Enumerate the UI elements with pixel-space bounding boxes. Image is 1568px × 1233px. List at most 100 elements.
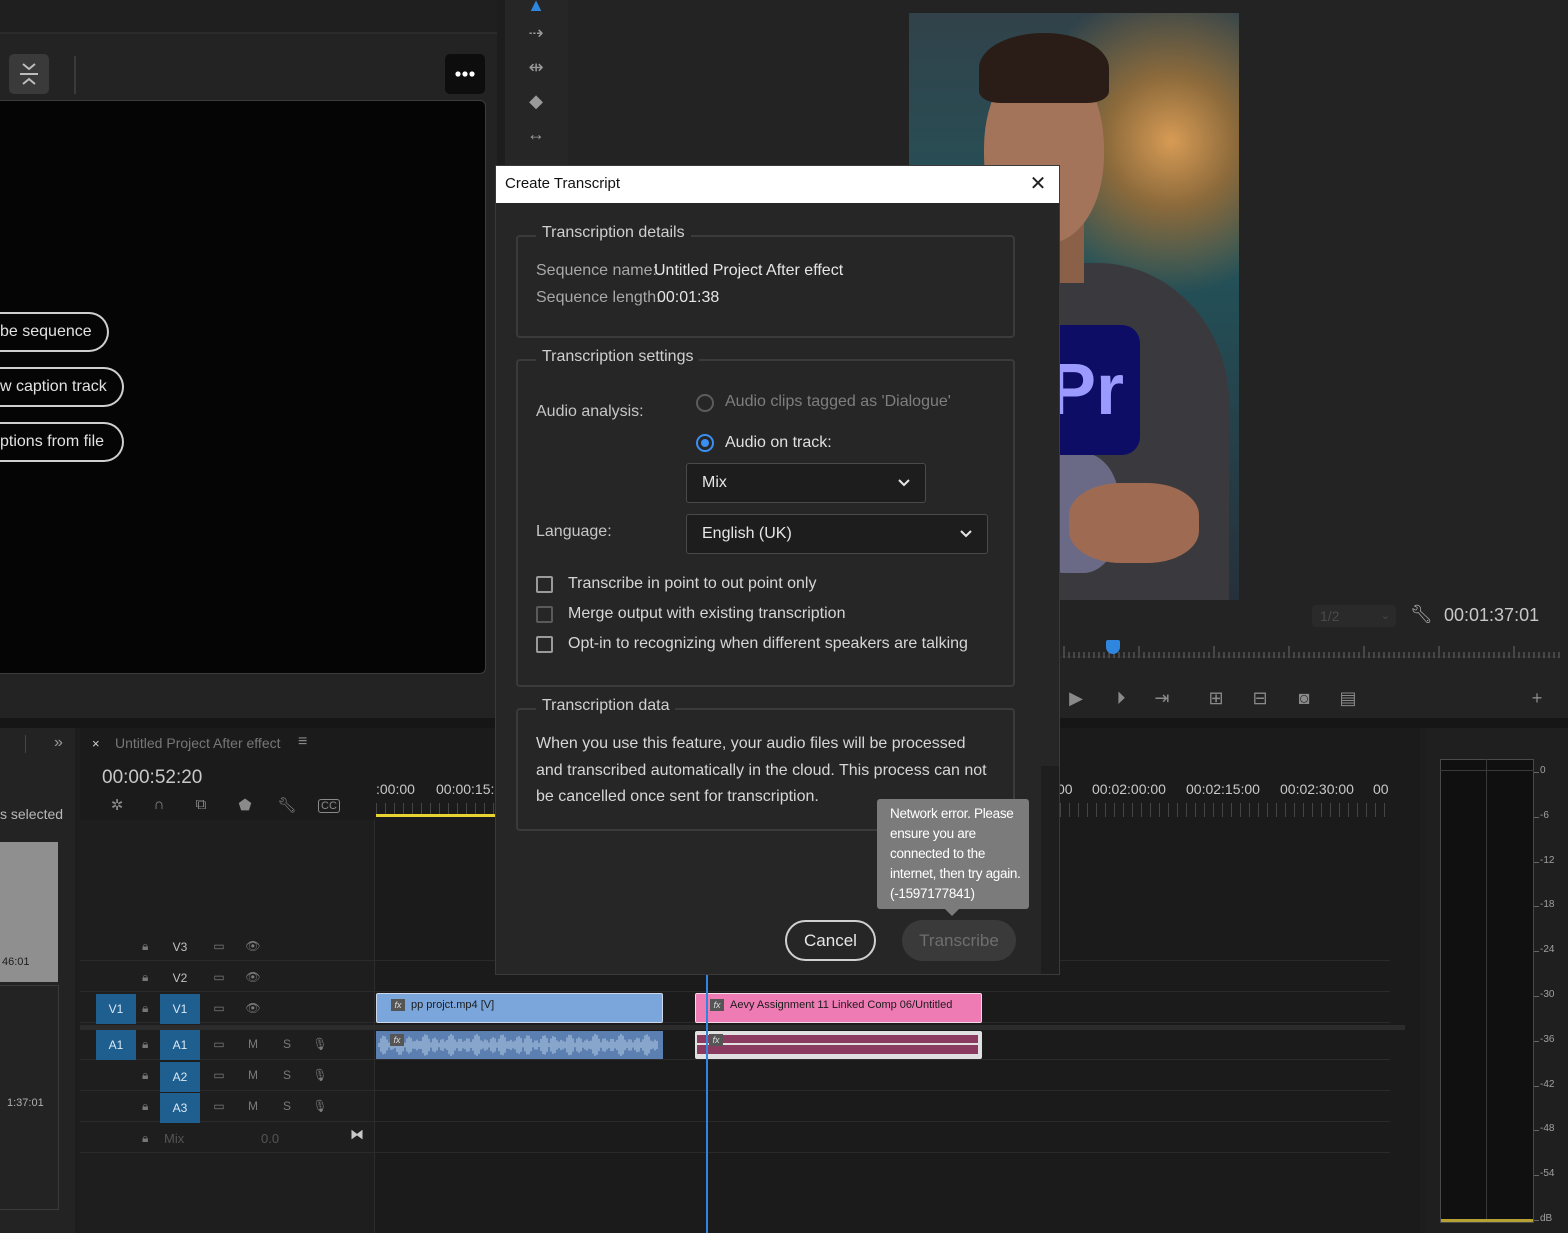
audio-on-track-radio[interactable]: [696, 434, 714, 452]
sync-lock-icon[interactable]: ▭: [210, 970, 228, 986]
transcribe-sequence-button[interactable]: be sequence: [0, 312, 109, 352]
razor-tool-icon[interactable]: ◆: [518, 88, 554, 114]
transcription-details-group: [516, 235, 1015, 338]
lock-icon[interactable]: 🔒︎: [142, 1068, 156, 1082]
track-target-a3[interactable]: A3: [160, 1093, 200, 1123]
microphone-icon[interactable]: 🎙︎: [311, 1068, 329, 1084]
solo-button[interactable]: S: [278, 1037, 296, 1053]
nest-icon[interactable]: ✲: [106, 796, 128, 816]
add-marker-icon[interactable]: ⬟: [234, 796, 256, 816]
close-icon[interactable]: ✕: [1026, 172, 1050, 196]
language-value: English (UK): [702, 525, 792, 542]
track-target-a2[interactable]: A2: [160, 1062, 200, 1092]
close-tab-icon[interactable]: ×: [92, 736, 100, 751]
mute-button[interactable]: M: [244, 1068, 262, 1084]
sequence-tab[interactable]: Untitled Project After effect: [115, 735, 281, 751]
sequence-name-label: Sequence name:: [536, 262, 657, 279]
more-options-button[interactable]: [445, 54, 485, 94]
ruler-label: 00:02:00:00: [1092, 781, 1166, 797]
fx-badge: fx: [390, 1034, 404, 1046]
step-forward-icon[interactable]: ⏵: [1108, 686, 1134, 710]
cancel-button[interactable]: Cancel: [785, 920, 876, 961]
comparison-view-icon[interactable]: ▤: [1335, 686, 1361, 710]
language-select[interactable]: English (UK): [686, 514, 988, 554]
work-area-bar[interactable]: [376, 814, 496, 817]
add-button-icon[interactable]: +: [1524, 686, 1550, 710]
go-to-out-icon[interactable]: ⇥: [1149, 686, 1175, 710]
timeline-settings-icon[interactable]: 🔧︎: [276, 796, 298, 816]
track-target-v2[interactable]: V2: [160, 963, 200, 993]
monitor-playhead[interactable]: [1106, 640, 1120, 654]
sync-lock-icon[interactable]: ▭: [210, 1068, 228, 1084]
import-captions-button[interactable]: ptions from file: [0, 422, 124, 462]
source-patch-v1[interactable]: V1: [96, 994, 136, 1024]
in-out-only-checkbox[interactable]: [536, 576, 553, 593]
zoom-select[interactable]: 1/2 ⌄: [1312, 605, 1396, 627]
lock-icon[interactable]: 🔒︎: [142, 1131, 156, 1145]
ruler-label: 00:00:15:: [436, 781, 495, 797]
dialog-scrollbar[interactable]: [1041, 766, 1059, 974]
eye-icon[interactable]: 👁︎: [244, 970, 262, 986]
mute-button[interactable]: M: [244, 1099, 262, 1115]
merge-output-checkbox[interactable]: [536, 606, 553, 623]
snap-icon[interactable]: ∩: [148, 796, 170, 816]
meter-channel-divider: [1486, 759, 1487, 1223]
lock-icon[interactable]: 🔒︎: [142, 1099, 156, 1113]
lift-icon[interactable]: ⊞: [1203, 686, 1229, 710]
sync-lock-icon[interactable]: ▭: [210, 939, 228, 955]
linked-comp-clip[interactable]: fx Aevy Assignment 11 Linked Comp 06/Unt…: [695, 993, 982, 1023]
go-to-end-icon[interactable]: ⧓: [350, 1126, 364, 1143]
collapse-button[interactable]: [9, 54, 49, 94]
extract-icon[interactable]: ⊟: [1247, 686, 1273, 710]
ruler-label: 00:02:15:00: [1186, 781, 1260, 797]
track-target-v3[interactable]: V3: [160, 932, 200, 962]
fx-badge: fx: [709, 1034, 723, 1046]
microphone-icon[interactable]: 🎙︎: [311, 1099, 329, 1115]
dialogue-clips-radio[interactable]: [696, 394, 714, 412]
solo-button[interactable]: S: [278, 1099, 296, 1115]
sync-lock-icon[interactable]: ▭: [210, 1001, 228, 1017]
track-target-v1[interactable]: V1: [160, 994, 200, 1024]
mute-button[interactable]: M: [244, 1037, 262, 1053]
lock-icon[interactable]: 🔒︎: [142, 1001, 156, 1015]
mix-volume-value[interactable]: 0.0: [261, 1131, 279, 1146]
captions-icon[interactable]: CC: [318, 799, 340, 813]
lock-icon[interactable]: 🔒︎: [142, 970, 156, 984]
audio-track-select[interactable]: Mix: [686, 463, 926, 503]
eye-icon[interactable]: 👁︎: [244, 1001, 262, 1017]
track-select-tool-icon[interactable]: ⇢: [518, 20, 554, 46]
more-panels-icon[interactable]: »: [54, 734, 63, 752]
db-tick: [1534, 1040, 1539, 1042]
db-tick: [1534, 1220, 1539, 1221]
lock-icon[interactable]: 🔒︎: [142, 1037, 156, 1051]
speaker-recognition-checkbox[interactable]: [536, 636, 553, 653]
selection-tool-icon[interactable]: ▲: [518, 0, 554, 18]
tab-menu-icon[interactable]: ≡: [298, 733, 307, 751]
source-patch-a1[interactable]: A1: [96, 1030, 136, 1060]
timeline-playhead[interactable]: [706, 975, 708, 1233]
audio-clip[interactable]: fx: [376, 1031, 663, 1059]
dialog-title: Create Transcript: [505, 175, 621, 192]
microphone-icon[interactable]: 🎙︎: [311, 1037, 329, 1053]
transcribe-button[interactable]: Transcribe: [902, 920, 1016, 961]
linked-selection-icon[interactable]: ⧉: [190, 796, 212, 816]
wrench-icon[interactable]: 🔧︎: [1410, 604, 1433, 628]
monitor-ruler[interactable]: [1060, 640, 1560, 660]
video-hair: [979, 33, 1109, 103]
linked-audio-clip[interactable]: fx: [695, 1031, 982, 1059]
eye-icon[interactable]: 👁︎: [244, 939, 262, 955]
timeline-timecode[interactable]: 00:00:52:20: [102, 767, 202, 789]
solo-button[interactable]: S: [278, 1068, 296, 1084]
export-frame-icon[interactable]: ◙: [1291, 686, 1317, 710]
mix-track-label: Mix: [164, 1131, 185, 1146]
chevron-down-icon: [959, 515, 973, 567]
new-caption-track-button[interactable]: w caption track: [0, 367, 124, 407]
sync-lock-icon[interactable]: ▭: [210, 1037, 228, 1053]
video-clip[interactable]: fx pp projct.mp4 [V]: [376, 993, 663, 1023]
ripple-edit-tool-icon[interactable]: ⇹: [518, 54, 554, 80]
play-icon[interactable]: ▶: [1063, 686, 1089, 710]
lock-icon[interactable]: 🔒︎: [142, 939, 156, 953]
sync-lock-icon[interactable]: ▭: [210, 1099, 228, 1115]
slip-tool-icon[interactable]: ↔: [518, 121, 554, 147]
track-target-a1[interactable]: A1: [160, 1030, 200, 1060]
